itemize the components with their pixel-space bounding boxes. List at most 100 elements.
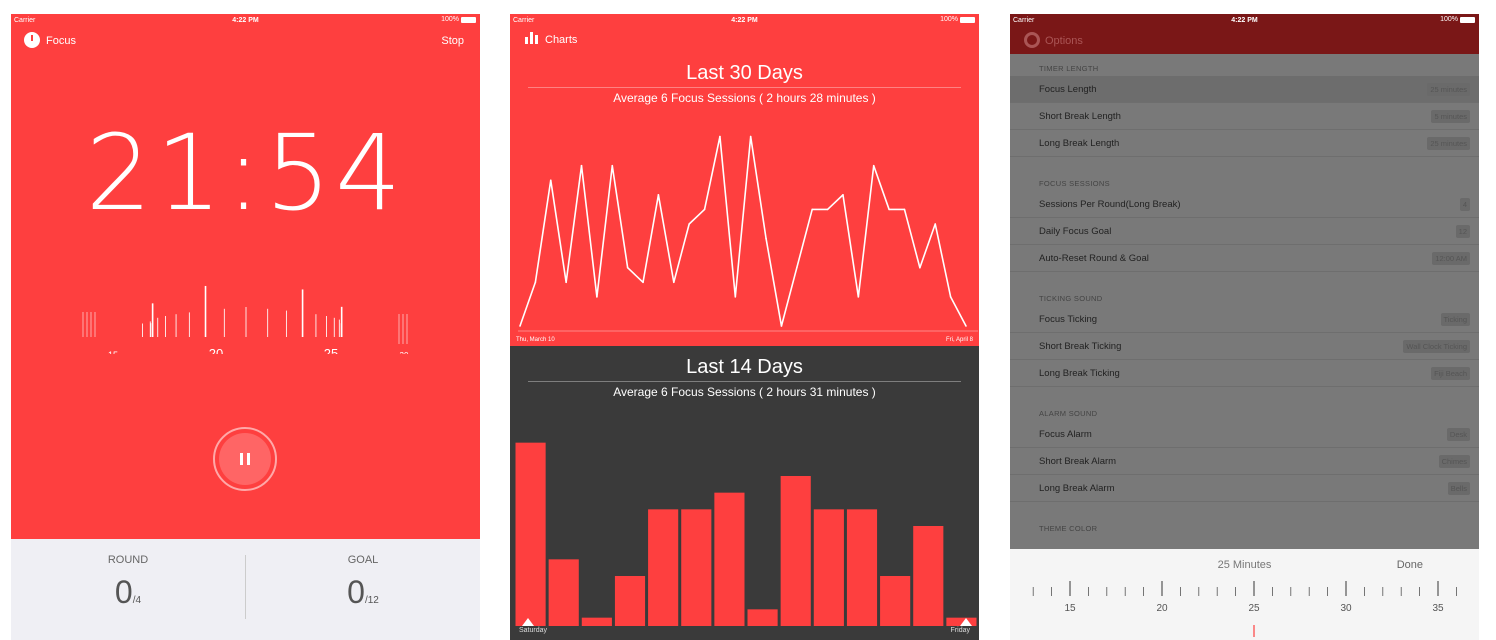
done-button[interactable]: Done [1397, 559, 1423, 571]
battery-percent: 100% [1440, 16, 1458, 23]
last14-title: Last 14 Days [528, 356, 961, 382]
data-point [949, 296, 952, 298]
bar [581, 617, 612, 626]
bar [648, 509, 679, 626]
last14-bar-chart [515, 442, 977, 626]
settings-row[interactable]: Short Break Ticking Wall Clock Ticking [1010, 333, 1479, 360]
data-point [734, 296, 737, 298]
settings-row-label: Long Break Length [1039, 138, 1120, 149]
settings-row-label: Short Break Length [1039, 111, 1121, 122]
settings-row[interactable]: Long Break Ticking Fiji Beach [1010, 360, 1479, 387]
round-stat: ROUND 0/4 [11, 554, 245, 611]
data-point [657, 194, 660, 196]
data-point [719, 135, 721, 138]
data-point [780, 325, 783, 327]
settings-row-label: Short Break Alarm [1039, 456, 1117, 467]
bar [548, 559, 579, 626]
settings-row-value: Desk [1446, 428, 1470, 441]
settings-row[interactable]: Short Break Alarm Chimes [1010, 448, 1479, 475]
bar [846, 509, 878, 626]
bar [681, 509, 712, 626]
section-header: ALARM SOUND [1039, 409, 1098, 418]
data-point [811, 208, 814, 211]
last30-subtitle: Average 6 Focus Sessions ( 2 hours 28 mi… [613, 91, 876, 105]
data-point [934, 223, 937, 225]
data-point [842, 194, 844, 196]
settings-row[interactable]: Focus Ticking Ticking [1010, 306, 1479, 333]
focus-header: Focus Stop [24, 32, 464, 52]
pause-button[interactable] [213, 427, 277, 491]
ruler-label: 30 [400, 351, 409, 354]
data-point [534, 281, 537, 284]
status-time: 4:22 PM [731, 17, 758, 24]
settings-row[interactable]: Focus Length 25 minutes [1010, 76, 1479, 103]
status-time: 4:22 PM [232, 17, 259, 24]
duration-picker: 25 Minutes Done 15 20 25 30 35 [1010, 549, 1479, 640]
data-point [611, 164, 614, 167]
settings-row-label: Long Break Ticking [1039, 368, 1120, 379]
ruler-label: 15 [108, 350, 118, 354]
last14-start-label: Saturday [519, 627, 548, 634]
page-title: Options [1045, 35, 1083, 47]
time-ruler-slider[interactable]: 15 20 25 30 [81, 264, 411, 354]
section-header: THEME COLOR [1039, 524, 1098, 533]
battery-icon [960, 16, 975, 23]
battery-indicator: 100% [1440, 16, 1475, 23]
gear-icon[interactable] [1024, 32, 1040, 48]
data-point [549, 179, 552, 182]
settings-row[interactable]: Daily Focus Goal 12 [1010, 218, 1479, 245]
last30-header: Last 30 Days Average 6 Focus Sessions ( … [528, 62, 961, 105]
settings-row-label: Focus Ticking [1039, 314, 1098, 325]
settings-row-value: 12 [1455, 225, 1470, 238]
ruler-label: 25 [1248, 603, 1260, 614]
settings-row-label: Short Break Ticking [1039, 341, 1122, 352]
settings-row[interactable]: Auto-Reset Round & Goal 12:00 AM [1010, 245, 1479, 272]
options-header: Options [1010, 27, 1479, 54]
data-point [519, 325, 521, 327]
settings-row-label: Auto-Reset Round & Goal [1039, 253, 1149, 264]
settings-row[interactable]: Focus Alarm Desk [1010, 421, 1479, 448]
ruler-label: 25 [324, 346, 338, 354]
battery-indicator: 100% [441, 16, 476, 23]
settings-row[interactable]: Short Break Length 5 minutes [1010, 103, 1479, 130]
charts-screen: Carrier 4:22 PM 100% Charts Last 30 Days… [510, 14, 979, 640]
status-bar: Carrier 4:22 PM 100% [510, 14, 979, 27]
goal-stat: GOAL 0/12 [246, 554, 480, 611]
data-point [580, 164, 583, 167]
data-point [642, 281, 644, 284]
charts-header: Charts [525, 32, 577, 52]
data-point [565, 281, 567, 284]
last14-end-label: Friday [950, 627, 970, 634]
settings-row[interactable]: Long Break Length 25 minutes [1010, 130, 1479, 157]
stopwatch-icon[interactable] [24, 32, 40, 48]
settings-row-value: 25 minutes [1427, 137, 1470, 150]
settings-row-value: 25 minutes [1427, 83, 1470, 96]
goal-label: GOAL [347, 554, 379, 566]
bar-chart-icon[interactable] [525, 32, 539, 44]
data-point [965, 325, 967, 327]
status-time: 4:22 PM [1231, 17, 1258, 24]
bar [515, 442, 546, 626]
page-title: Charts [545, 34, 578, 46]
last14-header: Last 14 Days Average 6 Focus Sessions ( … [528, 356, 961, 399]
ruler-label: 35 [1432, 603, 1444, 614]
bar [913, 526, 944, 626]
focus-screen: Carrier 4:22 PM 100% Focus Stop 21:54 15… [11, 14, 480, 640]
settings-row-value: 4 [1459, 198, 1470, 211]
ruler-label: 30 [1340, 603, 1352, 614]
data-point [703, 208, 706, 211]
last30-end-label: Fri, April 8 [945, 337, 973, 343]
status-bar: Carrier 4:22 PM 100% [1010, 14, 1479, 27]
settings-row-label: Focus Length [1039, 84, 1097, 95]
battery-percent: 100% [940, 16, 958, 23]
goal-total: /12 [364, 595, 379, 606]
settings-row-value: Bells [1447, 482, 1470, 495]
settings-row[interactable]: Sessions Per Round(Long Break) 4 [1010, 191, 1479, 218]
stop-button[interactable]: Stop [441, 35, 464, 47]
bar [747, 609, 778, 626]
last30-title: Last 30 Days [528, 62, 961, 88]
settings-row[interactable]: Long Break Alarm Bells [1010, 475, 1479, 502]
bar [780, 476, 811, 626]
duration-ruler-slider[interactable]: 15 20 25 30 35 [1020, 577, 1470, 637]
section-header: TIMER LENGTH [1039, 64, 1099, 73]
